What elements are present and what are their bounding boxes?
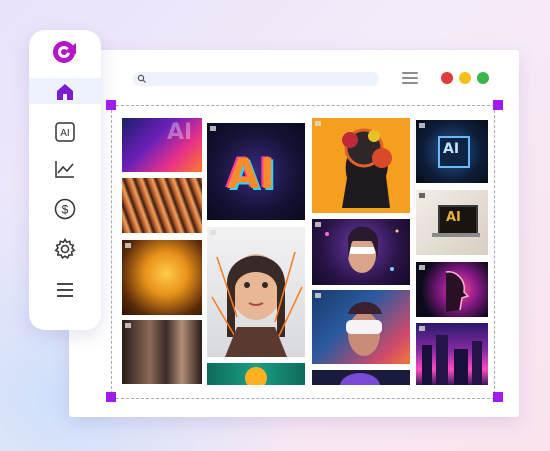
ai-icon[interactable]: AI [53,120,77,144]
search-icon [137,74,146,83]
ai-icon-label: AI [60,128,69,139]
hamburger-menu-icon[interactable] [402,72,418,85]
app-logo-icon [53,41,76,63]
home-icon [57,84,73,100]
svg-text:$: $ [62,203,69,217]
resize-handle-bottom-left[interactable] [106,392,116,402]
close-window-dot[interactable] [441,72,453,84]
menu-icon[interactable] [53,278,77,302]
selection-frame[interactable] [111,105,495,399]
chart-icon[interactable] [53,157,77,181]
maximize-window-dot[interactable] [477,72,489,84]
gear-icon[interactable] [53,237,77,261]
minimize-window-dot[interactable] [459,72,471,84]
resize-handle-bottom-right[interactable] [493,392,503,402]
search-bar[interactable] [133,72,379,86]
resize-handle-top-left[interactable] [106,100,116,110]
dollar-icon[interactable]: $ [53,197,77,221]
resize-handle-top-right[interactable] [493,100,503,110]
